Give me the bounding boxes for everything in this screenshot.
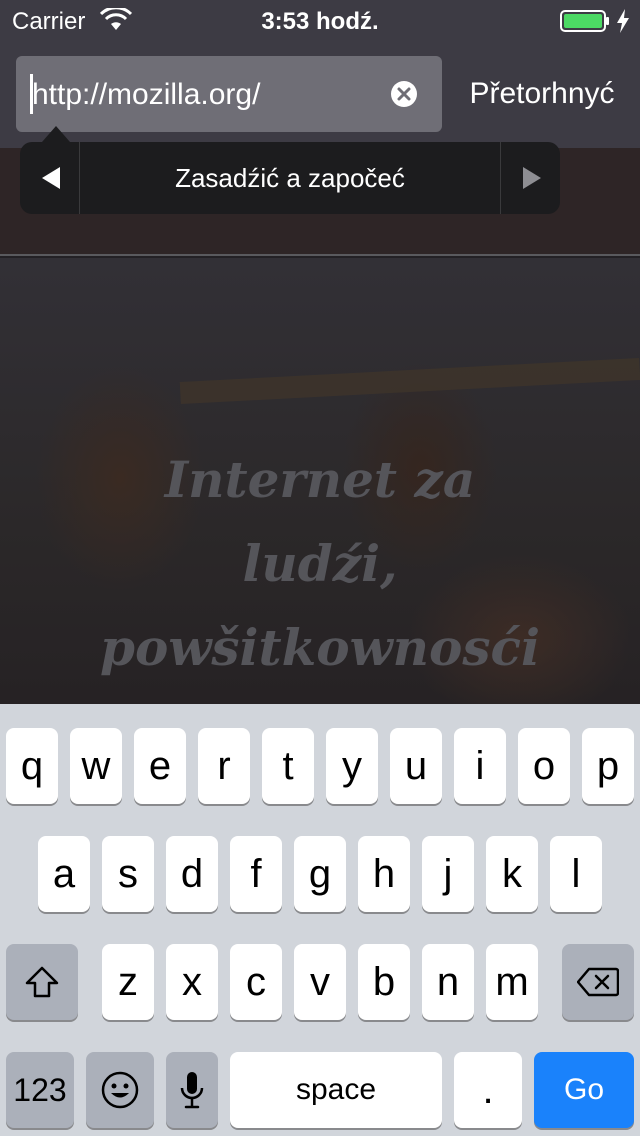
paste-and-go-menu-item[interactable]: Zasadźić a započeć [80,142,500,214]
key-g[interactable]: g [294,836,346,912]
emoji-key[interactable] [86,1052,154,1128]
key-e[interactable]: e [134,728,186,804]
key-b[interactable]: b [358,944,410,1020]
text-caret [30,74,33,114]
clock: 3:53 hodź. [261,8,379,35]
shift-key[interactable] [6,944,78,1020]
key-l[interactable]: l [550,836,602,912]
key-n[interactable]: n [422,944,474,1020]
key-j[interactable]: j [422,836,474,912]
go-key[interactable]: Go [534,1052,634,1128]
key-z[interactable]: z [102,944,154,1020]
period-key[interactable]: . [454,1052,522,1128]
key-h[interactable]: h [358,836,410,912]
url-text[interactable]: http://mozilla.org/ [32,78,260,112]
key-w[interactable]: w [70,728,122,804]
triangle-right-icon [523,167,541,189]
web-page-content: Internet za ludźi, powšitkownosći [0,148,640,704]
headline-line-3: powšitkownosći [100,618,540,677]
numbers-key[interactable]: 123 [6,1052,74,1128]
emoji-smiley-icon [101,1071,139,1109]
headline-line-1: Internet za [164,450,476,509]
backspace-key[interactable] [562,944,634,1020]
microphone-icon [180,1072,204,1109]
triangle-left-icon [42,167,60,189]
key-i[interactable]: i [454,728,506,804]
key-s[interactable]: s [102,836,154,912]
key-k[interactable]: k [486,836,538,912]
callout-next-button[interactable] [500,142,560,214]
backspace-icon [577,967,619,997]
photo-detail [179,357,640,405]
key-y[interactable]: y [326,728,378,804]
battery-icon [560,10,609,32]
space-key[interactable]: space [230,1052,442,1128]
headline-line-2: ludźi, [242,534,398,593]
key-o[interactable]: o [518,728,570,804]
key-a[interactable]: a [38,836,90,912]
key-p[interactable]: p [582,728,634,804]
callout-prev-button[interactable] [20,142,80,214]
key-t[interactable]: t [262,728,314,804]
dictation-key[interactable] [166,1052,218,1128]
key-d[interactable]: d [166,836,218,912]
shift-arrow-icon [25,966,59,998]
charging-bolt-icon [617,9,629,33]
hero-image: Internet za ludźi, powšitkownosći [0,258,640,704]
cancel-button[interactable]: Přetorhnyć [454,56,630,132]
key-u[interactable]: u [390,728,442,804]
on-screen-keyboard: q w e r t y u i o p a s d f g h j k l z … [0,704,640,1136]
edit-callout-menu: Zasadźić a započeć [20,142,560,214]
hero-headline: Internet za ludźi, powšitkownosći [60,438,580,690]
key-f[interactable]: f [230,836,282,912]
key-q[interactable]: q [6,728,58,804]
key-x[interactable]: x [166,944,218,1020]
clear-text-icon[interactable] [390,80,418,108]
callout-pointer [42,126,70,142]
url-field[interactable]: http://mozilla.org/ [16,56,442,132]
status-bar: Carrier 3:53 hodź. [0,0,640,40]
key-m[interactable]: m [486,944,538,1020]
url-toolbar: http://mozilla.org/ Přetorhnyć [0,40,640,148]
key-v[interactable]: v [294,944,346,1020]
key-c[interactable]: c [230,944,282,1020]
key-r[interactable]: r [198,728,250,804]
